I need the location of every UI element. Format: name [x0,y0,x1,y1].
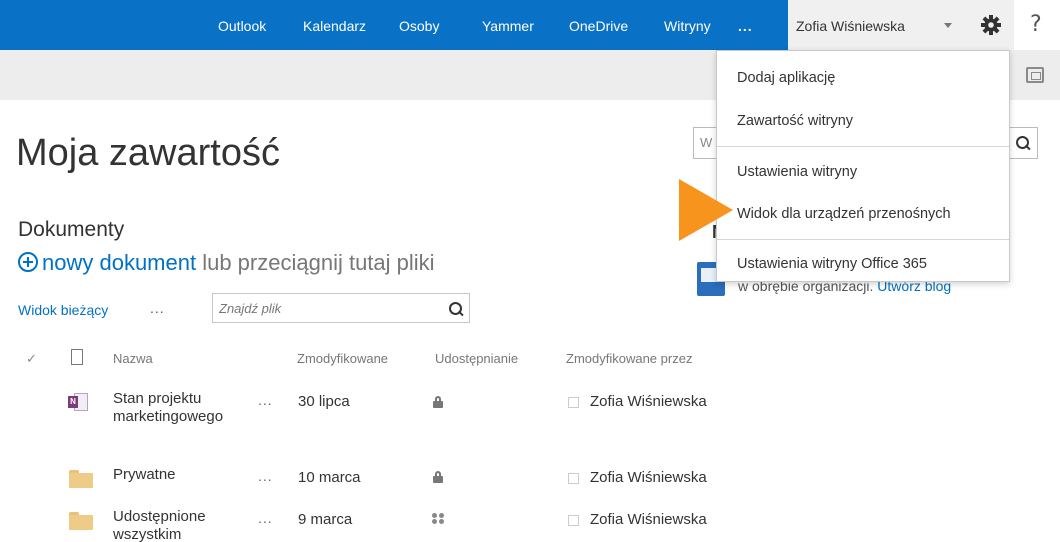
presence-indicator [568,397,579,408]
section-title: Dokumenty [18,218,125,241]
nav-link-onedrive[interactable]: OneDrive [569,0,628,50]
folder-icon [69,512,93,530]
document-type-icon [71,349,83,365]
current-view-link[interactable]: Widok bieżący [18,302,108,318]
page-title: Moja zawartość [16,132,280,174]
gear-icon [981,15,1001,35]
help-button[interactable]: ? [1014,0,1060,50]
nav-link-calendar[interactable]: Kalendarz [303,0,366,50]
search-icon[interactable] [1016,136,1030,150]
table-row[interactable]: Udostępnione wszystkim ... 9 marca Zofia… [0,508,760,542]
menu-divider [717,146,1009,147]
nav-more-button[interactable]: ... [738,0,753,50]
folder-icon [69,470,93,488]
column-header-name[interactable]: Nazwa [113,351,153,366]
lock-icon [433,471,443,483]
view-more-button[interactable]: ... [150,300,165,316]
menu-item-office365-settings[interactable]: Ustawienia witryny Office 365 [717,241,1009,287]
presence-indicator [568,515,579,526]
modified-date: 9 marca [298,511,353,528]
nav-link-people[interactable]: Osoby [399,0,439,50]
nav-link-sites[interactable]: Witryny [664,0,711,50]
modified-by[interactable]: Zofia Wiśniewska [590,469,707,486]
presence-indicator [568,473,579,484]
suite-bar: Outlook Kalendarz Osoby Yammer OneDrive … [0,0,1060,50]
file-name[interactable]: Prywatne [113,466,253,484]
user-menu-button[interactable]: Zofia Wiśniewska [788,0,968,50]
focus-mode-icon[interactable] [1026,67,1044,83]
menu-item-site-settings[interactable]: Ustawienia witryny [717,149,1009,195]
search-icon[interactable] [449,302,463,316]
nav-link-yammer[interactable]: Yammer [482,0,534,50]
add-circle-icon[interactable] [18,252,38,272]
drag-hint-text: lub przeciągnij tutaj pliki [196,250,435,275]
select-all-check[interactable]: ✓ [26,352,37,367]
help-icon: ? [1030,12,1042,37]
new-document-line: nowy dokument lub przeciągnij tutaj plik… [18,250,435,276]
row-more-button[interactable]: ... [258,392,273,408]
menu-item-add-app[interactable]: Dodaj aplikację [717,55,1009,101]
people-icon [432,513,448,525]
chevron-down-icon [944,23,952,28]
onenote-icon: N [68,393,90,411]
file-name[interactable]: Stan projektu marketingowego [113,390,253,426]
menu-item-mobile-view[interactable]: Widok dla urządzeń przenośnych [717,191,1009,237]
menu-divider [717,239,1009,240]
row-more-button[interactable]: ... [258,468,273,484]
menu-item-site-contents[interactable]: Zawartość witryny [717,98,1009,144]
site-search-placeholder: W [700,135,713,150]
modified-by[interactable]: Zofia Wiśniewska [590,511,707,528]
find-file-input[interactable] [219,298,439,318]
settings-menu: Dodaj aplikację Zawartość witryny Ustawi… [716,50,1010,282]
modified-by[interactable]: Zofia Wiśniewska [590,393,707,410]
nav-link-outlook[interactable]: Outlook [218,0,266,50]
column-header-modified-by[interactable]: Zmodyfikowane przez [566,351,692,366]
lock-icon [433,396,443,408]
new-document-link[interactable]: nowy dokument [42,250,196,275]
column-header-modified[interactable]: Zmodyfikowane [297,351,388,366]
modified-date: 30 lipca [298,393,350,410]
modified-date: 10 marca [298,469,361,486]
callout-arrow-icon [679,179,733,241]
settings-button[interactable] [968,0,1014,50]
file-name[interactable]: Udostępnione wszystkim [113,508,253,542]
find-file-box [212,293,470,323]
row-more-button[interactable]: ... [258,510,273,526]
user-name: Zofia Wiśniewska [796,18,905,34]
table-row[interactable]: N Stan projektu marketingowego ... 30 li… [0,388,760,448]
column-header-sharing[interactable]: Udostępnianie [435,351,518,366]
